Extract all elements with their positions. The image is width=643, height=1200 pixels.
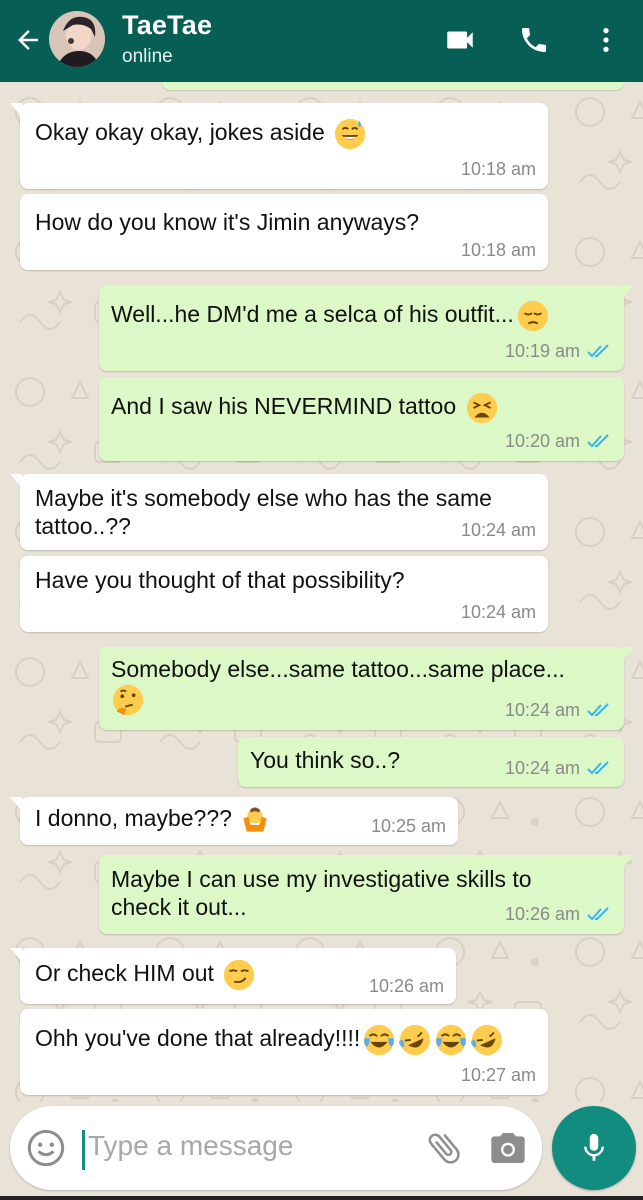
- chat-header: TaeTae online: [0, 0, 643, 82]
- contact-status: online: [122, 46, 173, 67]
- message-time: 10:26 am: [368, 976, 444, 996]
- message-time: 10:26 am: [504, 904, 580, 924]
- message-outgoing[interactable]: You think so..? 10:24 am: [238, 737, 624, 787]
- message-incoming[interactable]: Or check HIM out 10:26 am: [10, 948, 456, 1004]
- bubble-tail: [622, 855, 634, 869]
- video-call-icon: [447, 31, 473, 49]
- read-double-tick-icon: [587, 344, 609, 358]
- message-time: 10:18 am: [460, 240, 536, 260]
- message-incoming[interactable]: Have you thought of that possibility? 10…: [20, 556, 548, 632]
- message-time: 10:18 am: [460, 159, 536, 179]
- joy-emoji-icon: [362, 1023, 396, 1057]
- chat-area[interactable]: Okay okay okay, jokes aside 10:18 am How…: [0, 82, 643, 1102]
- message-outgoing[interactable]: Maybe I can use my investigative skills …: [99, 855, 634, 934]
- more-options-icon: [603, 28, 609, 52]
- message-time: 10:24 am: [460, 520, 536, 540]
- bubble-tail: [622, 647, 634, 661]
- message-incoming[interactable]: I donno, maybe??? 10:25 am: [10, 797, 458, 845]
- message-text: Or check HIM out: [35, 960, 214, 987]
- bubble-tail: [10, 474, 22, 488]
- bubble-tail: [10, 948, 22, 962]
- contact-avatar[interactable]: [49, 11, 105, 67]
- read-double-tick-icon: [587, 434, 609, 448]
- camera-icon[interactable]: [488, 1128, 528, 1168]
- pensive-emoji-icon: [516, 299, 550, 333]
- smirk-emoji-icon: [222, 958, 256, 992]
- message-time: 10:24 am: [504, 700, 580, 720]
- message-text: Maybe I can use my investigative skills …: [111, 866, 532, 920]
- shrug-emoji-icon: [240, 805, 270, 835]
- message-time: 10:24 am: [460, 602, 536, 622]
- text-cursor: [82, 1130, 85, 1170]
- message-text: Have you thought of that possibility?: [35, 567, 405, 593]
- mic-icon: [584, 1133, 604, 1161]
- message-time: 10:25 am: [370, 816, 446, 836]
- weary-emoji-icon: [465, 391, 499, 425]
- more-options-button[interactable]: [586, 20, 626, 60]
- attach-icon[interactable]: [424, 1128, 464, 1168]
- message-outgoing[interactable]: And I saw his NEVERMIND tattoo 10:20 am: [99, 377, 624, 461]
- message-composer[interactable]: Type a message: [10, 1106, 542, 1190]
- message-time: 10:27 am: [460, 1065, 536, 1085]
- message-text: How do you know it's Jimin anyways?: [35, 209, 420, 235]
- rofl-emoji-icon: [470, 1023, 504, 1057]
- message-time: 10:24 am: [504, 758, 580, 778]
- back-arrow-icon: [18, 30, 38, 50]
- read-double-tick-icon: [587, 761, 609, 775]
- bubble-tail: [622, 285, 634, 299]
- message-time: 10:19 am: [504, 341, 580, 361]
- message-text: Well...he DM'd me a selca of his outfit.…: [111, 301, 514, 328]
- message-text: Ohh you've done that already!!!!: [35, 1025, 361, 1052]
- message-input[interactable]: Type a message: [88, 1130, 293, 1162]
- bubble-tail: [10, 797, 22, 811]
- message-text: Okay okay okay, jokes aside: [35, 119, 325, 146]
- voice-call-icon: [522, 28, 546, 52]
- message-incoming[interactable]: How do you know it's Jimin anyways? 10:1…: [20, 194, 548, 270]
- rofl-emoji-icon: [398, 1023, 432, 1057]
- contact-name[interactable]: TaeTae: [122, 10, 212, 41]
- back-button[interactable]: [8, 20, 48, 60]
- message-incoming[interactable]: Ohh you've done that already!!!! 10:27 a…: [20, 1009, 548, 1095]
- bubble-tail: [10, 103, 22, 117]
- emoji-icon[interactable]: [26, 1128, 66, 1168]
- message-outgoing[interactable]: Well...he DM'd me a selca of his outfit.…: [99, 285, 634, 371]
- message-text: I donno, maybe???: [35, 805, 232, 831]
- thinking-emoji-icon: [111, 683, 145, 717]
- read-double-tick-icon: [587, 907, 609, 921]
- message-text: Somebody else...same tattoo...same place…: [111, 656, 565, 682]
- sweat-smile-emoji-icon: [333, 117, 367, 151]
- message-incoming[interactable]: Maybe it's somebody else who has the sam…: [10, 474, 548, 550]
- message-text: Maybe it's somebody else who has the sam…: [35, 485, 492, 539]
- read-double-tick-icon: [587, 703, 609, 717]
- system-nav-bar: [0, 1196, 643, 1200]
- message-outgoing[interactable]: Somebody else...same tattoo...same place…: [99, 647, 634, 730]
- joy-emoji-icon: [434, 1023, 468, 1057]
- message-text: And I saw his NEVERMIND tattoo: [111, 393, 457, 420]
- message-time: 10:20 am: [504, 431, 580, 451]
- video-call-button[interactable]: [440, 20, 480, 60]
- voice-message-button[interactable]: [552, 1106, 636, 1190]
- voice-call-button[interactable]: [514, 20, 554, 60]
- message-incoming[interactable]: Okay okay okay, jokes aside 10:18 am: [10, 103, 548, 189]
- previous-message-bubble: [162, 82, 624, 90]
